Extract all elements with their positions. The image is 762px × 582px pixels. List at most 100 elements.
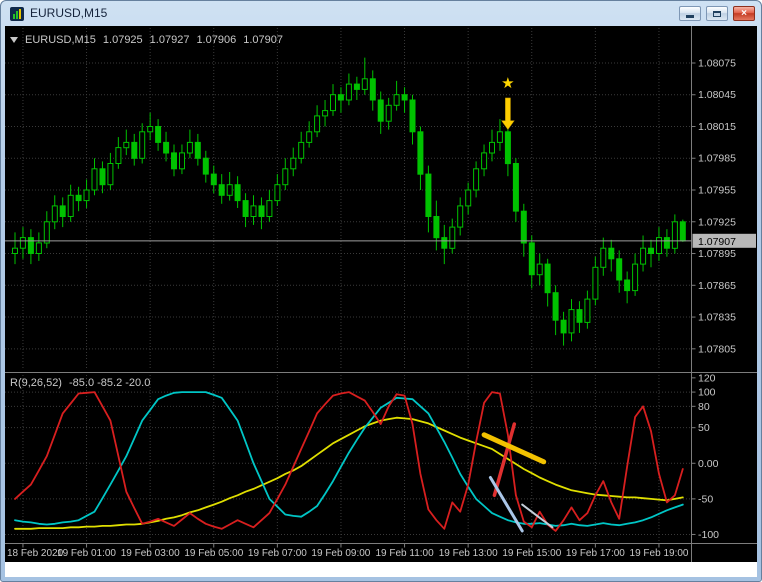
candle-body <box>679 221 686 242</box>
candle-body <box>43 221 50 244</box>
price-axis-label: 1.07955 <box>698 185 736 197</box>
app-icon[interactable] <box>9 6 25 22</box>
time-axis-label: 19 Feb 19:00 <box>630 548 689 559</box>
indicator-axis-label: 120 <box>698 372 716 384</box>
time-axis[interactable]: 18 Feb 202019 Feb 01:00 19 Feb 03:00 19 Fe… <box>7 543 689 560</box>
candle-body <box>457 205 464 228</box>
trend-segment-lightblue[interactable] <box>488 476 524 533</box>
indicator-axis-label: 100 <box>698 387 716 399</box>
candle-body <box>528 242 535 276</box>
candle-body <box>155 126 162 143</box>
window-titlebar[interactable]: EURUSD,M15 × <box>5 1 757 26</box>
candle-body <box>544 263 551 294</box>
indicator-axis-label: -50 <box>698 493 713 505</box>
candle-body <box>234 184 241 202</box>
candle-body <box>51 205 58 223</box>
candle-body <box>99 168 106 186</box>
candle-body <box>465 189 472 207</box>
candle-body <box>131 141 138 159</box>
candle-body <box>671 221 678 249</box>
price-axis-label: 1.07985 <box>698 153 736 165</box>
mt4-window: EURUSD,M15 × ★ 1.08075 1.08045 1.08015 1.079… <box>0 0 762 582</box>
candlestick-series <box>12 57 686 346</box>
price-axis[interactable]: 1.08075 1.08045 1.08015 1.07985 1.07955 1.079… <box>691 57 757 355</box>
time-axis-label: 19 Feb 07:00 <box>248 548 307 559</box>
grid-lines <box>5 28 692 543</box>
candle-body <box>35 242 42 254</box>
candle-body <box>353 83 360 90</box>
candle-body <box>433 216 440 239</box>
candle-body <box>91 168 98 191</box>
window-title: EURUSD,M15 <box>30 6 108 20</box>
indicator-axis-label: -100 <box>698 529 719 541</box>
price-axis-label: 1.07895 <box>698 248 736 260</box>
candle-body <box>210 173 217 186</box>
candle-body <box>107 163 114 186</box>
candle-body <box>640 247 647 265</box>
maximize-button[interactable] <box>706 6 728 21</box>
candle-body <box>314 115 321 133</box>
candle-body <box>290 157 297 170</box>
candle-body <box>512 163 519 212</box>
indicator-axis-label: 0.00 <box>698 458 719 470</box>
candle-body <box>361 78 368 90</box>
candle-body <box>282 168 289 186</box>
candle-body <box>226 184 233 196</box>
candle-body <box>218 184 225 196</box>
candle-body <box>377 99 384 122</box>
candle-body <box>504 131 511 165</box>
candle-body <box>139 131 146 159</box>
close-button[interactable]: × <box>733 6 755 21</box>
candle-body <box>560 319 567 334</box>
star-annotation[interactable]: ★ <box>501 75 514 92</box>
candle-body <box>83 189 90 202</box>
candle-body <box>648 247 654 254</box>
candle-body <box>417 131 424 175</box>
candle-body <box>194 141 201 159</box>
candle-body <box>552 292 559 321</box>
candle-body <box>202 157 209 175</box>
candle-body <box>12 247 18 254</box>
candle-body <box>663 237 670 249</box>
candle-body <box>496 131 503 143</box>
time-axis-label: 19 Feb 17:00 <box>566 548 625 559</box>
price-axis-label: 1.08075 <box>698 57 736 69</box>
oscillator-line-medium <box>14 391 684 527</box>
candle-body <box>59 205 66 217</box>
candle-body <box>600 247 607 268</box>
time-axis-label: 18 Feb 2020 <box>7 548 64 559</box>
chart-canvas[interactable]: ★ 1.08075 1.08045 1.08015 1.07985 1.07955 1.07… <box>5 26 757 562</box>
candle-body <box>27 237 34 255</box>
maximize-icon <box>713 10 721 17</box>
candle-body <box>441 237 448 249</box>
time-axis-label: 19 Feb 15:00 <box>502 548 561 559</box>
indicator-axis-label: 50 <box>698 422 710 434</box>
indicator-axis-label: 80 <box>698 401 710 413</box>
minimize-button[interactable] <box>679 6 701 21</box>
candle-body <box>322 110 329 117</box>
candle-body <box>656 237 662 255</box>
price-axis-label: 1.08045 <box>698 89 736 101</box>
indicator-axis[interactable]: 120 100 80 50 0.00 -50 -100 <box>691 372 720 541</box>
price-axis-label: 1.07865 <box>698 280 736 292</box>
candle-body <box>258 205 265 217</box>
down-arrow-annotation[interactable] <box>500 97 515 131</box>
candle-body <box>298 141 305 159</box>
bid-price-tag-text: 1.07907 <box>698 236 736 248</box>
chart-svg[interactable]: ★ 1.08075 1.08045 1.08015 1.07985 1.07955 1.07… <box>5 26 757 562</box>
candle-body <box>592 266 599 300</box>
candle-body <box>75 194 82 202</box>
candle-body <box>369 78 376 101</box>
candle-body <box>520 210 527 244</box>
trend-segment-gold[interactable] <box>481 432 547 465</box>
candle-body <box>147 126 154 133</box>
candle-body <box>337 94 344 101</box>
candle-body <box>632 263 639 292</box>
candle-body <box>608 247 615 260</box>
candle-body <box>330 94 336 112</box>
candle-body <box>409 99 416 133</box>
candle-body <box>250 205 257 217</box>
candle-body <box>242 200 249 218</box>
candle-body <box>401 94 408 101</box>
candle-body <box>179 152 185 170</box>
